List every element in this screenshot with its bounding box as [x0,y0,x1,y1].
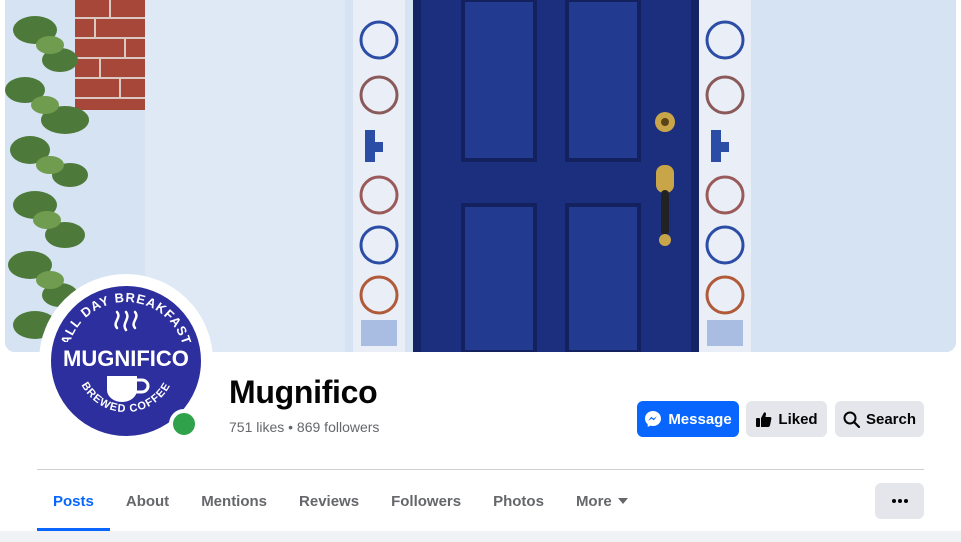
tab-photos[interactable]: Photos [477,471,560,531]
message-button-label: Message [668,410,732,428]
search-icon [843,411,860,428]
logo-text-main: MUGNIFICO [63,346,189,371]
search-button-label: Search [865,410,917,428]
thumbs-up-icon [755,411,772,428]
message-button[interactable]: Message [637,401,739,437]
tab-label: Photos [493,492,544,510]
messenger-icon [644,410,662,428]
search-button[interactable]: Search [835,401,924,437]
online-status-indicator [169,409,199,439]
more-options-button[interactable] [875,483,924,519]
tab-label: About [125,492,170,510]
tab-label: Posts [53,492,94,510]
tab-about[interactable]: About [110,471,185,531]
page-tabs: Posts About Mentions Reviews Followers P… [37,471,644,531]
ellipsis-icon [891,499,908,503]
tab-label: Followers [391,492,462,510]
caret-down-icon [617,498,628,504]
page-title[interactable]: Mugnifico [229,374,378,411]
tab-mentions[interactable]: Mentions [185,471,283,531]
tab-reviews[interactable]: Reviews [283,471,375,531]
tab-label: Mentions [201,492,268,510]
tab-label: Reviews [299,492,360,510]
page-stats[interactable]: 751 likes • 869 followers [229,419,379,435]
header-divider [37,469,924,470]
content-background [0,531,961,542]
tab-label: More [575,492,612,510]
profile-picture[interactable]: ALL DAY BREAKFAST MUGNIFICO BREWED COFFE… [39,274,213,448]
tab-more[interactable]: More [560,471,644,531]
tab-posts[interactable]: Posts [37,471,110,531]
tab-followers[interactable]: Followers [375,471,477,531]
liked-button[interactable]: Liked [746,401,827,437]
liked-button-label: Liked [778,410,818,428]
